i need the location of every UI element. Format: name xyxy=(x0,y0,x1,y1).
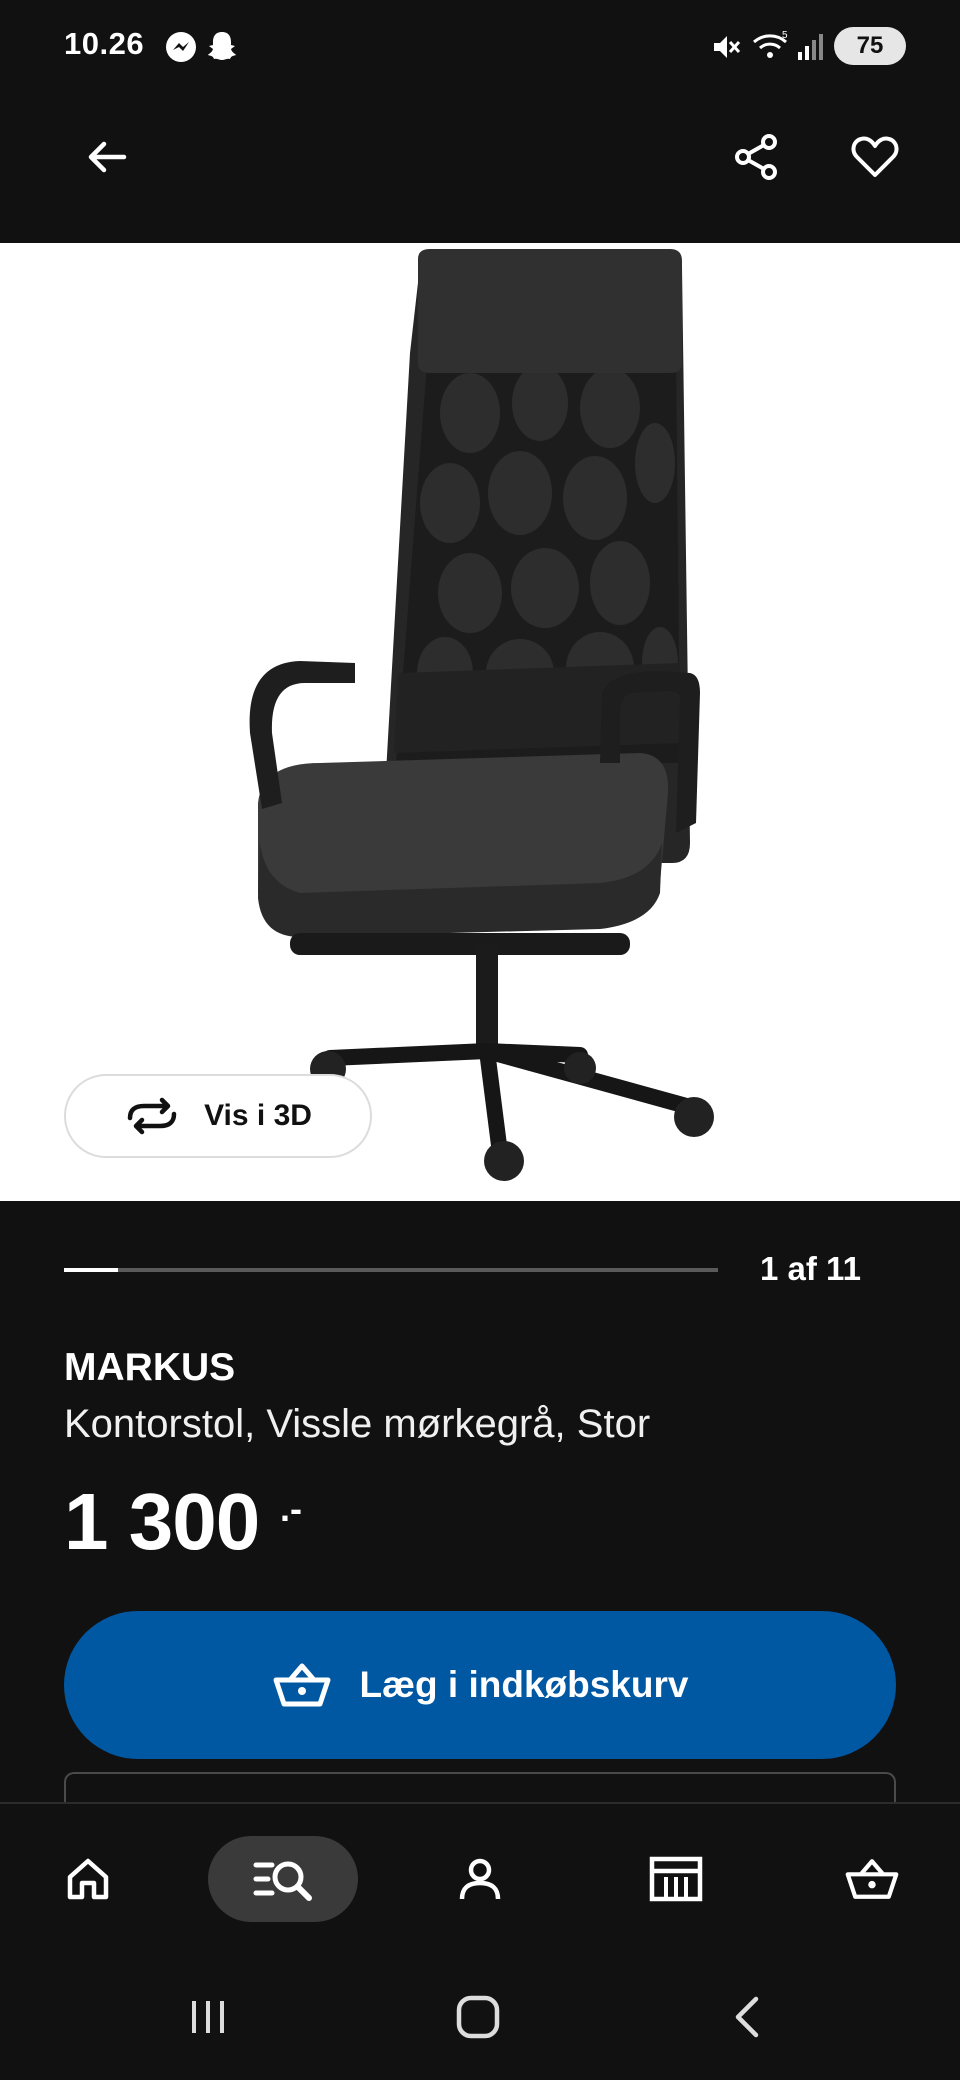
nav-basket[interactable] xyxy=(824,1836,920,1922)
nav-home[interactable] xyxy=(40,1836,136,1922)
status-bar: 10.26 5 75 xyxy=(0,0,960,95)
battery-level: 75 xyxy=(856,32,884,59)
gallery-counter: 1 af 11 xyxy=(760,1250,861,1287)
product-price: 1 300 xyxy=(64,1477,260,1566)
svg-text:5: 5 xyxy=(782,30,788,41)
search-list-icon xyxy=(253,1861,312,1901)
profile-icon xyxy=(459,1858,501,1900)
nav-search[interactable] xyxy=(208,1836,358,1922)
product-image[interactable] xyxy=(0,243,960,1201)
gallery-progress-fill xyxy=(64,1268,118,1272)
status-time: 10.26 xyxy=(64,26,145,61)
wifi-icon: 5 xyxy=(753,30,788,58)
back-arrow-icon xyxy=(88,141,127,173)
signal-icon xyxy=(798,34,823,60)
product-price-suffix: .- xyxy=(280,1488,302,1529)
home-system-button[interactable] xyxy=(438,1982,518,2052)
back-system-button[interactable] xyxy=(708,1982,788,2052)
favorite-button[interactable] xyxy=(838,120,912,194)
view-3d-button[interactable]: Vis i 3D xyxy=(64,1074,372,1158)
store-icon xyxy=(649,1856,703,1902)
rotate-3d-icon xyxy=(127,1097,177,1135)
office-chair-image xyxy=(249,249,714,1181)
back-icon xyxy=(735,1996,759,2038)
view-3d-label: Vis i 3D xyxy=(204,1099,312,1132)
add-to-cart-button[interactable]: Læg i indkøbskurv xyxy=(64,1611,896,1759)
mute-icon xyxy=(714,36,741,58)
home-circle-icon xyxy=(456,1995,500,2039)
messenger-icon xyxy=(166,32,196,62)
back-button[interactable] xyxy=(70,120,144,194)
recents-icon xyxy=(192,2001,224,2033)
basket-icon xyxy=(273,1663,331,1707)
nav-profile[interactable] xyxy=(432,1836,528,1922)
share-icon xyxy=(735,134,777,180)
battery-icon: 75 xyxy=(834,27,906,65)
share-button[interactable] xyxy=(720,120,794,194)
product-name: MARKUS xyxy=(64,1346,236,1389)
heart-icon xyxy=(851,136,899,177)
snapchat-icon xyxy=(208,32,236,60)
recents-button[interactable] xyxy=(168,1982,248,2052)
home-icon xyxy=(67,1858,109,1900)
basket-icon xyxy=(845,1859,899,1899)
gallery-progress-bar xyxy=(64,1268,718,1272)
system-navigation-bar xyxy=(0,1952,960,2080)
bottom-navigation xyxy=(0,1802,960,1954)
add-to-cart-label: Læg i indkøbskurv xyxy=(359,1664,689,1705)
product-description: Kontorstol, Vissle mørkegrå, Stor xyxy=(64,1402,651,1446)
nav-store[interactable] xyxy=(628,1836,724,1922)
